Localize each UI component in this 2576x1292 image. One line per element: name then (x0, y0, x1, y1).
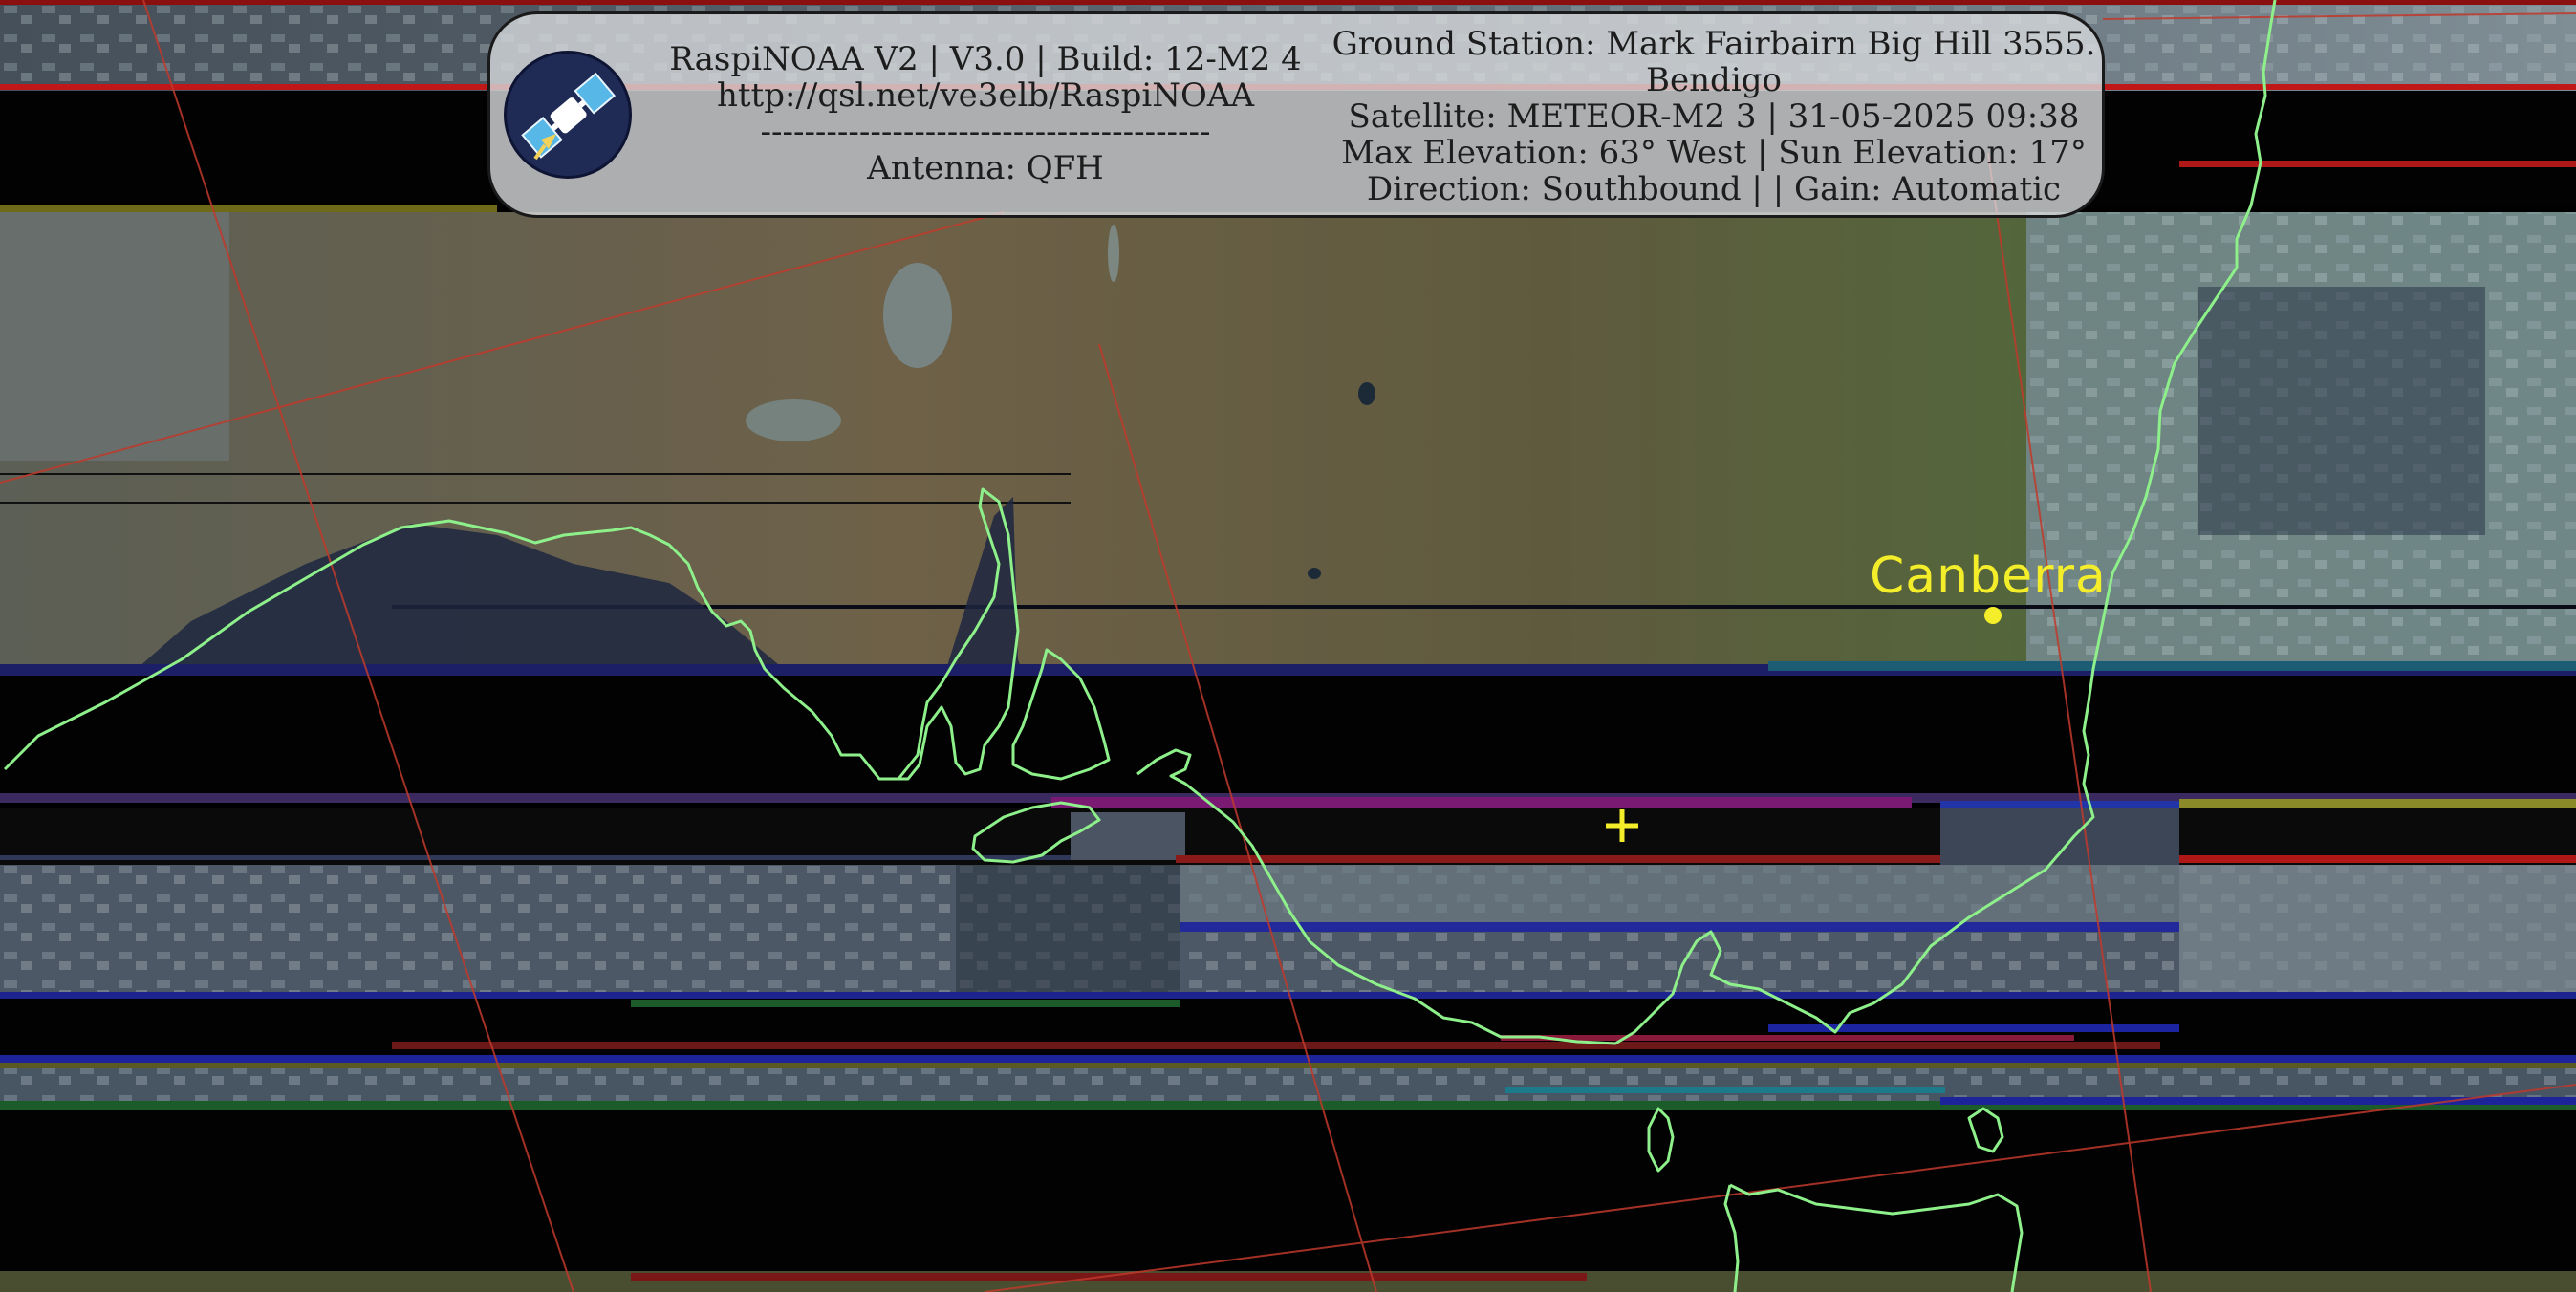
raspinoaa-logo (504, 51, 632, 179)
crosshair-icon (1606, 809, 1638, 842)
satellite-icon (521, 72, 616, 161)
direction-gain-line: Direction: Southbound | | Gain: Automati… (1366, 170, 2062, 208)
station-software-info: RaspiNOAA V2 | V3.0 | Build: 12-M2 4 htt… (651, 41, 1320, 186)
elevation-line: Max Elevation: 63° West | Sun Elevation:… (1341, 134, 2087, 172)
separator-line: ----------------------------------------… (760, 113, 1211, 151)
pass-details: Ground Station: Mark Fairbairn Big Hill … (1331, 26, 2096, 207)
build-line: RaspiNOAA V2 | V3.0 | Build: 12-M2 4 (669, 40, 1302, 78)
ground-station-location: Bendigo (1646, 61, 1782, 99)
satellite-image: RaspiNOAA V2 | V3.0 | Build: 12-M2 4 htt… (0, 0, 2576, 1292)
antenna-line: Antenna: QFH (867, 149, 1104, 187)
pass-info-panel: RaspiNOAA V2 | V3.0 | Build: 12-M2 4 htt… (487, 11, 2105, 218)
ground-station-line: Ground Station: Mark Fairbairn Big Hill … (1331, 25, 2096, 63)
url-line: http://qsl.net/ve3elb/RaspiNOAA (716, 76, 1255, 115)
city-marker-dot (1984, 607, 2002, 624)
city-label-canberra: Canberra (1870, 548, 2107, 605)
satellite-line: Satellite: METEOR-M2 3 | 31-05-2025 09:3… (1348, 97, 2080, 136)
